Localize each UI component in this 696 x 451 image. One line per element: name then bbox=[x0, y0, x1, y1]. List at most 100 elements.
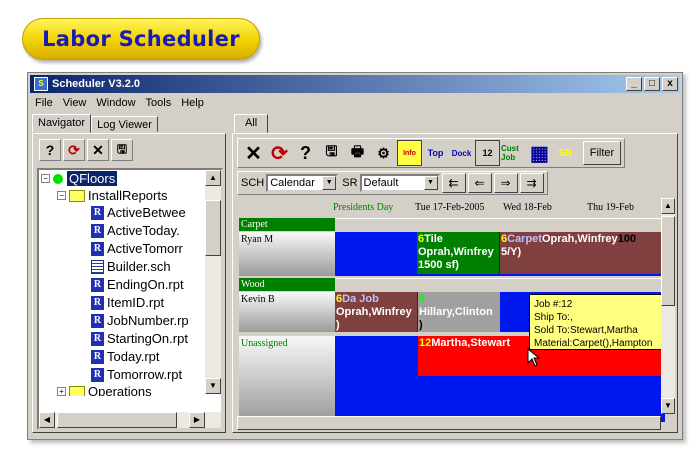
scroll-thumb[interactable] bbox=[57, 412, 177, 428]
grid-vertical-scrollbar[interactable]: ▲ ▼ bbox=[661, 198, 675, 414]
settings-gear-icon[interactable]: ⚙ bbox=[371, 140, 396, 166]
job-customer: Oprah,Winfrey bbox=[418, 246, 494, 258]
tab-log-viewer[interactable]: Log Viewer bbox=[91, 116, 158, 132]
top-icon[interactable]: Top bbox=[423, 140, 448, 166]
expand-icon[interactable]: + bbox=[57, 387, 66, 396]
menu-window[interactable]: Window bbox=[91, 97, 140, 109]
tree-item-label: ActiveBetwee bbox=[107, 205, 186, 220]
sr-icon[interactable]: SR bbox=[553, 140, 578, 166]
tree-item[interactable]: Builder.sch bbox=[91, 258, 171, 275]
report-icon: R bbox=[91, 277, 104, 292]
tree-horizontal-scrollbar[interactable]: ◀ ▶ bbox=[39, 412, 221, 428]
calendar-day-icon[interactable]: 12 bbox=[475, 140, 500, 166]
sr-select[interactable]: Default ▼ bbox=[359, 174, 440, 192]
tree-item-label: Builder.sch bbox=[107, 259, 171, 274]
scroll-up-icon[interactable]: ▲ bbox=[205, 170, 221, 186]
folder-icon bbox=[69, 189, 85, 202]
job-block[interactable]: 6Da Job Oprah,Winfrey ) bbox=[335, 292, 417, 332]
tree-item[interactable]: R ActiveTomorr bbox=[91, 240, 183, 257]
tab-all[interactable]: All bbox=[234, 114, 269, 133]
tooltip-line: Job #:12 bbox=[534, 299, 573, 310]
maximize-button[interactable]: □ bbox=[644, 77, 660, 91]
refresh-icon[interactable]: ⟳ bbox=[63, 139, 85, 161]
scroll-thumb[interactable] bbox=[237, 416, 661, 430]
tree-item-label: JobNumber.rp bbox=[107, 313, 189, 328]
resource-ryan: Ryan M bbox=[239, 232, 335, 276]
print-icon[interactable]: 🖶 bbox=[345, 140, 370, 166]
tree-item-label: Today.rpt bbox=[107, 349, 160, 364]
app-icon: S bbox=[34, 77, 48, 91]
menu-help[interactable]: Help bbox=[176, 97, 209, 109]
grid-view-icon[interactable]: ▦ bbox=[527, 140, 552, 166]
filter-button[interactable]: Filter bbox=[583, 141, 621, 165]
last-page-icon[interactable]: ⇉ bbox=[519, 173, 544, 193]
first-page-icon[interactable]: ⇇ bbox=[441, 173, 466, 193]
report-icon: R bbox=[91, 331, 104, 346]
schedule-icon bbox=[91, 259, 104, 274]
help-icon[interactable]: ? bbox=[39, 139, 61, 161]
help-icon[interactable]: ? bbox=[293, 140, 318, 166]
sr-value: Default bbox=[363, 177, 399, 189]
tree-item[interactable]: R JobNumber.rp bbox=[91, 312, 189, 329]
job-block[interactable]: 6Tile Oprah,Winfrey 1500 sf) bbox=[417, 232, 499, 274]
save-icon[interactable]: 🖫 bbox=[111, 139, 133, 161]
tree-item[interactable]: R EndingOn.rpt bbox=[91, 276, 184, 293]
sch-value: Calendar bbox=[270, 177, 315, 189]
tree-item[interactable]: R ActiveBetwee bbox=[91, 204, 186, 221]
tooltip-line: Material:Carpet(),Hampton bbox=[534, 338, 653, 349]
tree-item[interactable]: R ItemID.rpt bbox=[91, 294, 164, 311]
resource-unassigned: Unassigned bbox=[239, 336, 335, 422]
tree-folder-operations[interactable]: + Operations bbox=[57, 383, 152, 396]
save-icon[interactable]: 🖫 bbox=[319, 140, 344, 166]
window-title: Scheduler V3.2.0 bbox=[52, 78, 141, 90]
scroll-thumb[interactable] bbox=[205, 200, 221, 256]
grid-horizontal-scrollbar[interactable] bbox=[237, 416, 661, 430]
job-customer: Oprah,Winfrey bbox=[336, 306, 412, 318]
tree-folder-installreports[interactable]: − InstallReports bbox=[57, 187, 167, 204]
next-page-icon[interactable]: ⇒ bbox=[493, 173, 518, 193]
job-detail: ) bbox=[419, 319, 423, 331]
scroll-down-icon[interactable]: ▼ bbox=[661, 398, 675, 414]
job-number: 12 bbox=[419, 337, 432, 349]
scroll-thumb[interactable] bbox=[661, 216, 675, 306]
menu-tools[interactable]: Tools bbox=[141, 97, 177, 109]
scroll-left-icon[interactable]: ◀ bbox=[39, 412, 55, 428]
tree-root[interactable]: − QFloors bbox=[41, 170, 118, 187]
title-bar[interactable]: S Scheduler V3.2.0 _ □ x bbox=[30, 75, 680, 93]
refresh-icon[interactable]: ⟳ bbox=[267, 140, 292, 166]
job-block[interactable]: 5 Hillary,Clinton ) bbox=[418, 292, 500, 332]
tab-navigator[interactable]: Navigator bbox=[32, 114, 92, 133]
tree-item-label: ActiveTomorr bbox=[107, 241, 183, 256]
job-detail: 5/Y) bbox=[501, 246, 522, 258]
customer-job-icon[interactable]: Cust Job bbox=[501, 140, 526, 166]
info-icon[interactable]: Info bbox=[397, 140, 422, 166]
job-detail: ) bbox=[336, 319, 340, 331]
menu-file[interactable]: File bbox=[30, 97, 58, 109]
dock-icon[interactable]: Dock bbox=[449, 140, 474, 166]
scroll-down-icon[interactable]: ▼ bbox=[205, 378, 221, 394]
tree-item[interactable]: R ActiveToday. bbox=[91, 222, 180, 239]
tree-folder-label: InstallReports bbox=[88, 188, 168, 203]
lane-header-carpet: Carpet bbox=[239, 218, 335, 231]
tree-vertical-scrollbar[interactable]: ▲ ▼ bbox=[205, 170, 221, 394]
resource-kevin: Kevin B bbox=[239, 292, 335, 332]
job-customer: Martha,Stewart bbox=[431, 337, 511, 349]
collapse-icon[interactable]: − bbox=[41, 174, 50, 183]
tree-item[interactable]: R Tomorrow.rpt bbox=[91, 366, 182, 383]
menu-view[interactable]: View bbox=[58, 97, 92, 109]
close-x-icon[interactable]: ✕ bbox=[241, 140, 266, 166]
tree-item[interactable]: R StartingOn.rpt bbox=[91, 330, 188, 347]
close-x-icon[interactable]: ✕ bbox=[87, 139, 109, 161]
collapse-icon[interactable]: − bbox=[57, 191, 66, 200]
tree-item-label: ActiveToday. bbox=[107, 223, 180, 238]
chevron-down-icon[interactable]: ▼ bbox=[423, 176, 438, 190]
tree-item[interactable]: R Today.rpt bbox=[91, 348, 160, 365]
job-block[interactable]: 6CarpetOprah,Winfrey100 5/Y) bbox=[500, 232, 665, 274]
scroll-up-icon[interactable]: ▲ bbox=[661, 198, 675, 214]
previous-page-icon[interactable]: ⇐ bbox=[467, 173, 492, 193]
sch-select[interactable]: Calendar ▼ bbox=[266, 174, 339, 192]
minimize-button[interactable]: _ bbox=[626, 77, 642, 91]
close-button[interactable]: x bbox=[662, 77, 678, 91]
scroll-right-icon[interactable]: ▶ bbox=[189, 412, 205, 428]
chevron-down-icon[interactable]: ▼ bbox=[322, 176, 337, 190]
